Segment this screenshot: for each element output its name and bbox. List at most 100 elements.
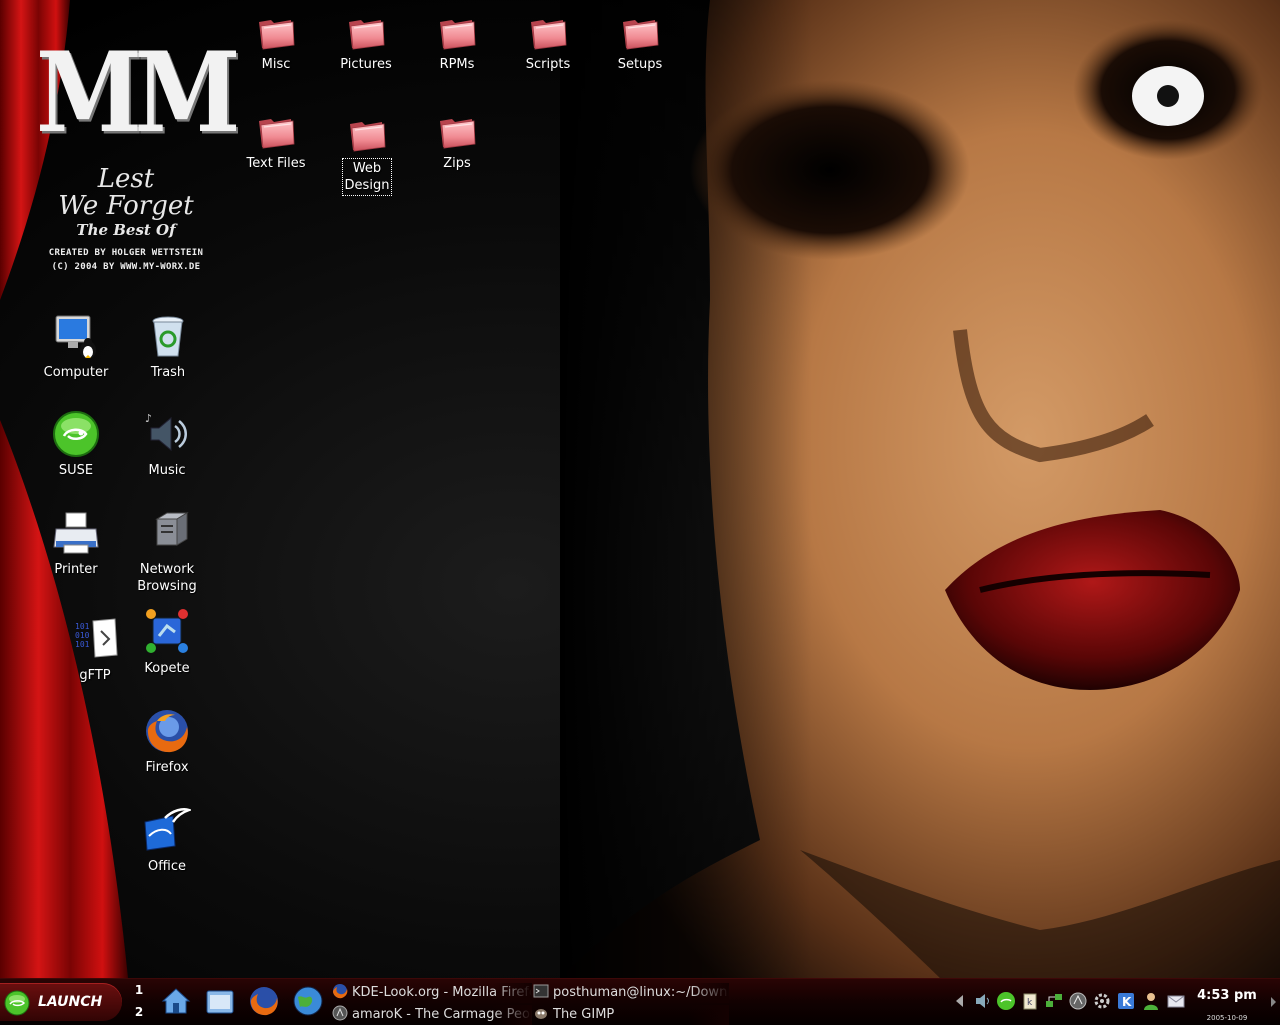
trash-shortcut[interactable]: Trash [122, 312, 214, 381]
printer-icon [53, 512, 99, 554]
printer-label: Printer [54, 562, 98, 577]
panel-hide-arrow-icon[interactable] [1268, 993, 1278, 1011]
folder-zips[interactable]: Zips [411, 111, 503, 172]
task-gimp[interactable]: The GIMP [533, 1005, 729, 1025]
desktop-1-button[interactable]: 1 [128, 983, 150, 997]
folder-icon [346, 12, 386, 52]
folder-label: Pictures [340, 57, 392, 72]
folder-icon [256, 12, 296, 52]
kopete-label: Kopete [144, 661, 190, 676]
firefox-icon [146, 710, 188, 753]
task-label: posthuman@linux:~/Downloads [553, 985, 729, 1000]
folder-scripts[interactable]: Scripts [502, 12, 594, 73]
folder-web-design[interactable]: Web Design [321, 114, 413, 196]
folder-icon [620, 12, 660, 52]
logo-title-1: Lest [97, 164, 155, 194]
folder-label: Setups [617, 57, 663, 72]
kopete-shortcut[interactable]: Kopete [121, 608, 213, 677]
computer-icon [55, 315, 96, 359]
folder-icon [437, 111, 477, 151]
kopete-icon [146, 609, 188, 653]
mail-icon[interactable] [1166, 991, 1186, 1011]
launch-button[interactable]: LAUNCH [0, 983, 122, 1021]
file-manager-icon[interactable] [204, 985, 236, 1017]
folder-label: Scripts [525, 57, 571, 72]
kde-icon[interactable]: K [1116, 991, 1136, 1011]
amarok-icon [332, 1005, 348, 1021]
suse-icon [53, 411, 99, 457]
wallpaper-logo: MM Lest We Forget The Best Of CREATED BY… [36, 29, 241, 274]
wallpaper-portrait [560, 0, 1280, 978]
firefox-label: Firefox [145, 760, 189, 775]
suse-icon [4, 990, 30, 1016]
folder-icon [528, 12, 568, 52]
folder-label: Web Design [341, 158, 393, 196]
arrow-left-icon[interactable] [950, 991, 970, 1011]
task-terminal[interactable]: posthuman@linux:~/Downloads [533, 983, 729, 1003]
svg-text:K: K [1122, 995, 1132, 1009]
credit-line-1: CREATED BY HOLGER WETTSTEIN [48, 248, 204, 258]
music-shortcut[interactable]: ♪ Music [121, 410, 213, 479]
kde-panel: LAUNCH 1 2 KDE-Look.org - Mozilla Firefo… [0, 978, 1280, 1025]
svg-text:101: 101 [75, 640, 90, 649]
network-browsing-label: Network Browsing [137, 562, 197, 594]
printer-shortcut[interactable]: Printer [30, 509, 122, 578]
folder-misc[interactable]: Misc [230, 12, 322, 73]
browser-globe-icon[interactable] [292, 985, 324, 1017]
office-label: Office [148, 859, 186, 874]
logo-title-2: We Forget [58, 191, 194, 221]
task-firefox[interactable]: KDE-Look.org - Mozilla Firefox [332, 983, 532, 1003]
svg-text:101: 101 [75, 622, 90, 631]
volume-icon[interactable] [973, 991, 993, 1011]
folder-label: Misc [261, 57, 291, 72]
folder-icon [347, 114, 387, 154]
music-icon: ♪ [145, 412, 187, 452]
home-icon[interactable] [160, 985, 192, 1017]
task-amarok[interactable]: amaroK - The Carmage People [332, 1005, 532, 1025]
computer-shortcut[interactable]: Computer [30, 312, 122, 381]
trash-label: Trash [150, 365, 186, 380]
network-icon [155, 512, 189, 546]
office-shortcut[interactable]: Office [121, 806, 213, 875]
task-label: amaroK - The Carmage People [352, 1007, 532, 1022]
folder-setups[interactable]: Setups [594, 12, 686, 73]
task-label: The GIMP [553, 1007, 615, 1022]
desktop-2-button[interactable]: 2 [128, 1005, 150, 1019]
terminal-icon [533, 984, 549, 998]
folder-icon [256, 111, 296, 151]
folder-label: Text Files [246, 156, 306, 171]
trash-icon [152, 316, 184, 357]
launch-label: LAUNCH [38, 994, 103, 1010]
svg-text:k: k [1027, 998, 1033, 1008]
computer-label: Computer [43, 365, 109, 380]
suse-label: SUSE [58, 463, 94, 478]
task-label: KDE-Look.org - Mozilla Firefox [352, 985, 532, 1000]
svg-text:♪: ♪ [145, 412, 152, 425]
clock-date[interactable]: 2005-10-09 [1190, 1014, 1264, 1022]
logo-subtitle: The Best Of [76, 221, 176, 239]
kopete-tray-icon[interactable] [1141, 991, 1161, 1011]
network-icon[interactable] [1044, 991, 1064, 1011]
svg-text:010: 010 [75, 631, 90, 640]
folder-text-files[interactable]: Text Files [230, 111, 322, 172]
gftp-label: gFTP [79, 668, 111, 683]
suse-updater-icon[interactable] [996, 991, 1016, 1011]
folder-rpms[interactable]: RPMs [411, 12, 503, 73]
gftp-icon: 101 010 101 [75, 618, 118, 658]
folder-label: RPMs [439, 57, 475, 72]
folder-pictures[interactable]: Pictures [320, 12, 412, 73]
music-label: Music [148, 463, 186, 478]
gimp-icon [535, 1009, 547, 1019]
logo-mark: MM [36, 27, 241, 158]
network-browsing-shortcut[interactable]: Network Browsing [121, 509, 213, 595]
office-icon [144, 808, 191, 851]
amarok-tray-icon[interactable] [1068, 991, 1088, 1011]
folder-icon [437, 12, 477, 52]
firefox-shortcut[interactable]: Firefox [121, 707, 213, 776]
clock-time[interactable]: 4:53 pm [1190, 988, 1264, 1003]
suse-shortcut[interactable]: SUSE [30, 410, 122, 479]
firefox-icon[interactable] [248, 985, 280, 1017]
credit-line-2: (C) 2004 BY WWW.MY-WORX.DE [51, 262, 201, 272]
klipper-icon[interactable]: k [1020, 991, 1040, 1011]
settings-icon[interactable] [1092, 991, 1112, 1011]
